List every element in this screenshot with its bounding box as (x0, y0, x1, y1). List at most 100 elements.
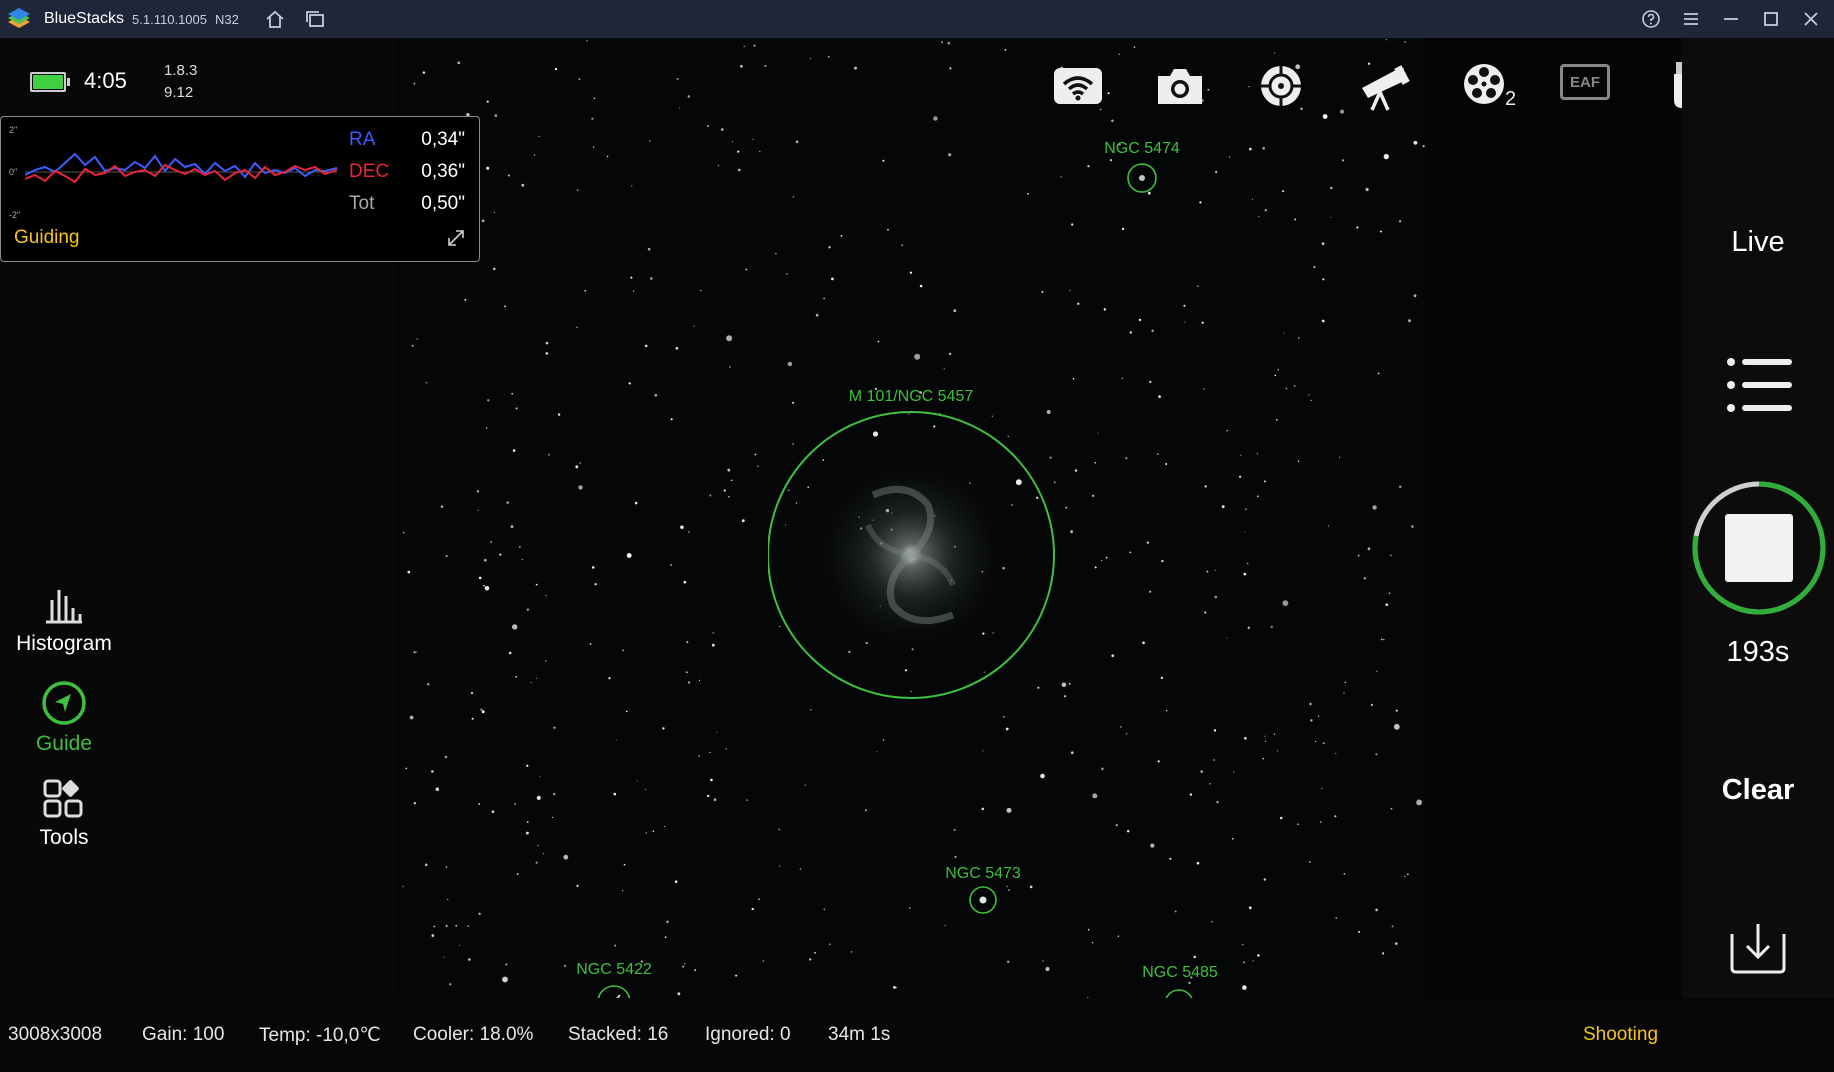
star (1092, 494, 1095, 497)
galaxy-ngc5485-marker[interactable] (1163, 988, 1195, 998)
guide-graph-plot (25, 152, 337, 184)
help-icon[interactable] (1640, 8, 1662, 30)
star (721, 128, 724, 131)
star (563, 854, 569, 860)
star (521, 559, 523, 561)
star (1243, 961, 1245, 964)
home-icon[interactable] (264, 8, 286, 30)
star (711, 643, 715, 647)
focus-target-icon[interactable] (1253, 60, 1309, 112)
galaxy-ngc5474-marker[interactable] (1126, 162, 1158, 194)
histogram-button[interactable]: Histogram (0, 586, 128, 656)
star (1125, 733, 1128, 735)
star (895, 986, 897, 989)
star (622, 890, 624, 892)
star (511, 392, 514, 395)
stop-capture-button[interactable] (1689, 478, 1829, 618)
status-bar: 3008x3008 Gain: 100 Temp: -10,0℃ Cooler:… (0, 998, 1834, 1072)
star (948, 352, 952, 356)
star (554, 67, 558, 71)
star (1310, 719, 1313, 722)
star (737, 150, 740, 153)
galaxy-ngc5422-marker[interactable] (596, 984, 632, 998)
star (753, 44, 756, 47)
star (650, 277, 653, 280)
star (1343, 873, 1346, 875)
star (1380, 638, 1383, 641)
star (578, 485, 583, 490)
star (727, 468, 731, 472)
star (683, 580, 687, 584)
download-icon[interactable] (1728, 918, 1788, 976)
star (804, 784, 806, 786)
star (700, 289, 702, 292)
star (413, 82, 416, 85)
star (919, 284, 923, 288)
live-button[interactable]: Live (1682, 226, 1834, 259)
maximize-icon[interactable] (1760, 8, 1782, 30)
star (670, 418, 673, 421)
star (779, 865, 781, 867)
star (698, 755, 700, 757)
star (1320, 821, 1322, 823)
star (865, 809, 867, 811)
list-menu-icon[interactable] (1726, 356, 1794, 414)
star (481, 219, 485, 223)
multi-instance-icon[interactable] (304, 8, 326, 30)
sky-image[interactable]: M 101/NGC 5457 NGC 5474 NGC 5473 NGC 542… (400, 38, 1428, 998)
wifi-icon[interactable] (1050, 60, 1106, 112)
telescope-icon[interactable] (1354, 60, 1410, 112)
app-main: M 101/NGC 5457 NGC 5474 NGC 5473 NGC 542… (0, 38, 1834, 1072)
star (1092, 942, 1094, 944)
app-name: BlueStacks (44, 10, 125, 27)
eaf-icon[interactable]: EAF (1560, 60, 1614, 106)
star (1221, 505, 1225, 508)
star (530, 682, 532, 683)
star (1377, 372, 1380, 375)
star (792, 196, 795, 198)
star (1087, 165, 1090, 168)
star (537, 844, 539, 847)
star (707, 794, 710, 798)
star (584, 289, 587, 292)
right-panel: Live 193s Clear (1682, 38, 1834, 998)
clear-button[interactable]: Clear (1682, 774, 1834, 807)
star (633, 290, 635, 292)
star (483, 584, 485, 587)
guide-graph-panel[interactable]: 2" 0" -2" RA 0,34" DEC 0,36" Tot 0,50" G… (0, 116, 480, 262)
close-icon[interactable] (1800, 8, 1822, 30)
star (1356, 226, 1359, 229)
menu-icon[interactable] (1680, 8, 1702, 30)
star (1404, 41, 1406, 43)
star (727, 495, 730, 498)
star (484, 586, 490, 591)
tools-button[interactable]: Tools (0, 778, 128, 850)
star (1161, 559, 1164, 563)
star (1275, 418, 1278, 421)
star (1196, 861, 1200, 865)
expand-icon[interactable] (445, 227, 467, 249)
star (1125, 457, 1128, 460)
star (535, 583, 538, 586)
star (717, 165, 719, 167)
star (1197, 285, 1199, 287)
star (831, 277, 834, 281)
star (545, 595, 547, 597)
star (623, 863, 626, 866)
galaxy-m101[interactable] (768, 410, 1068, 710)
guide-button[interactable]: Guide (0, 680, 128, 756)
star (1243, 572, 1247, 576)
star (1383, 639, 1385, 641)
star (557, 413, 561, 416)
star (854, 66, 857, 70)
galaxy-ngc5473-marker[interactable] (968, 885, 998, 915)
star (882, 159, 885, 162)
star (458, 944, 460, 946)
minimize-icon[interactable] (1720, 8, 1742, 30)
star (536, 795, 541, 801)
star (1070, 530, 1073, 534)
star (1322, 742, 1325, 745)
star (1294, 218, 1297, 221)
star (738, 168, 741, 172)
camera-icon[interactable] (1152, 60, 1208, 112)
